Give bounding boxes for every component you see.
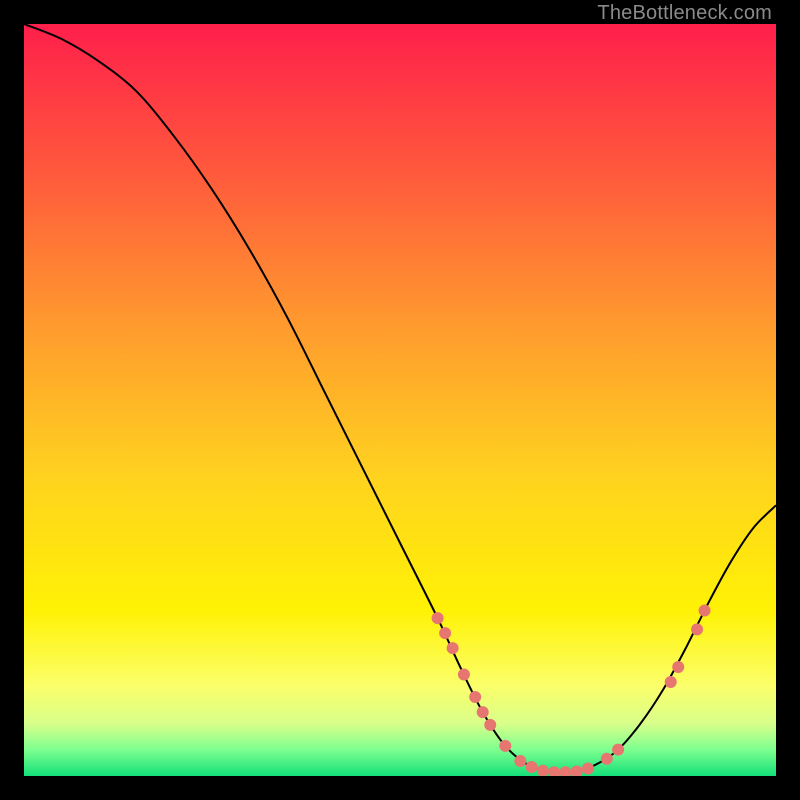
curve-marker: [484, 719, 496, 731]
curve-marker: [612, 744, 624, 756]
watermark-text: TheBottleneck.com: [597, 2, 772, 25]
curve-marker: [526, 761, 538, 773]
curve-marker: [514, 755, 526, 767]
gradient-background: [24, 24, 776, 776]
curve-marker: [699, 605, 711, 617]
curve-marker: [432, 612, 444, 624]
bottleneck-chart: [24, 24, 776, 776]
curve-marker: [439, 627, 451, 639]
curve-marker: [582, 762, 594, 774]
curve-marker: [665, 676, 677, 688]
curve-marker: [499, 740, 511, 752]
curve-marker: [672, 661, 684, 673]
curve-marker: [601, 753, 613, 765]
curve-marker: [691, 623, 703, 635]
chart-frame: [24, 24, 776, 776]
curve-marker: [477, 706, 489, 718]
curve-marker: [447, 642, 459, 654]
curve-marker: [469, 691, 481, 703]
curve-marker: [458, 668, 470, 680]
